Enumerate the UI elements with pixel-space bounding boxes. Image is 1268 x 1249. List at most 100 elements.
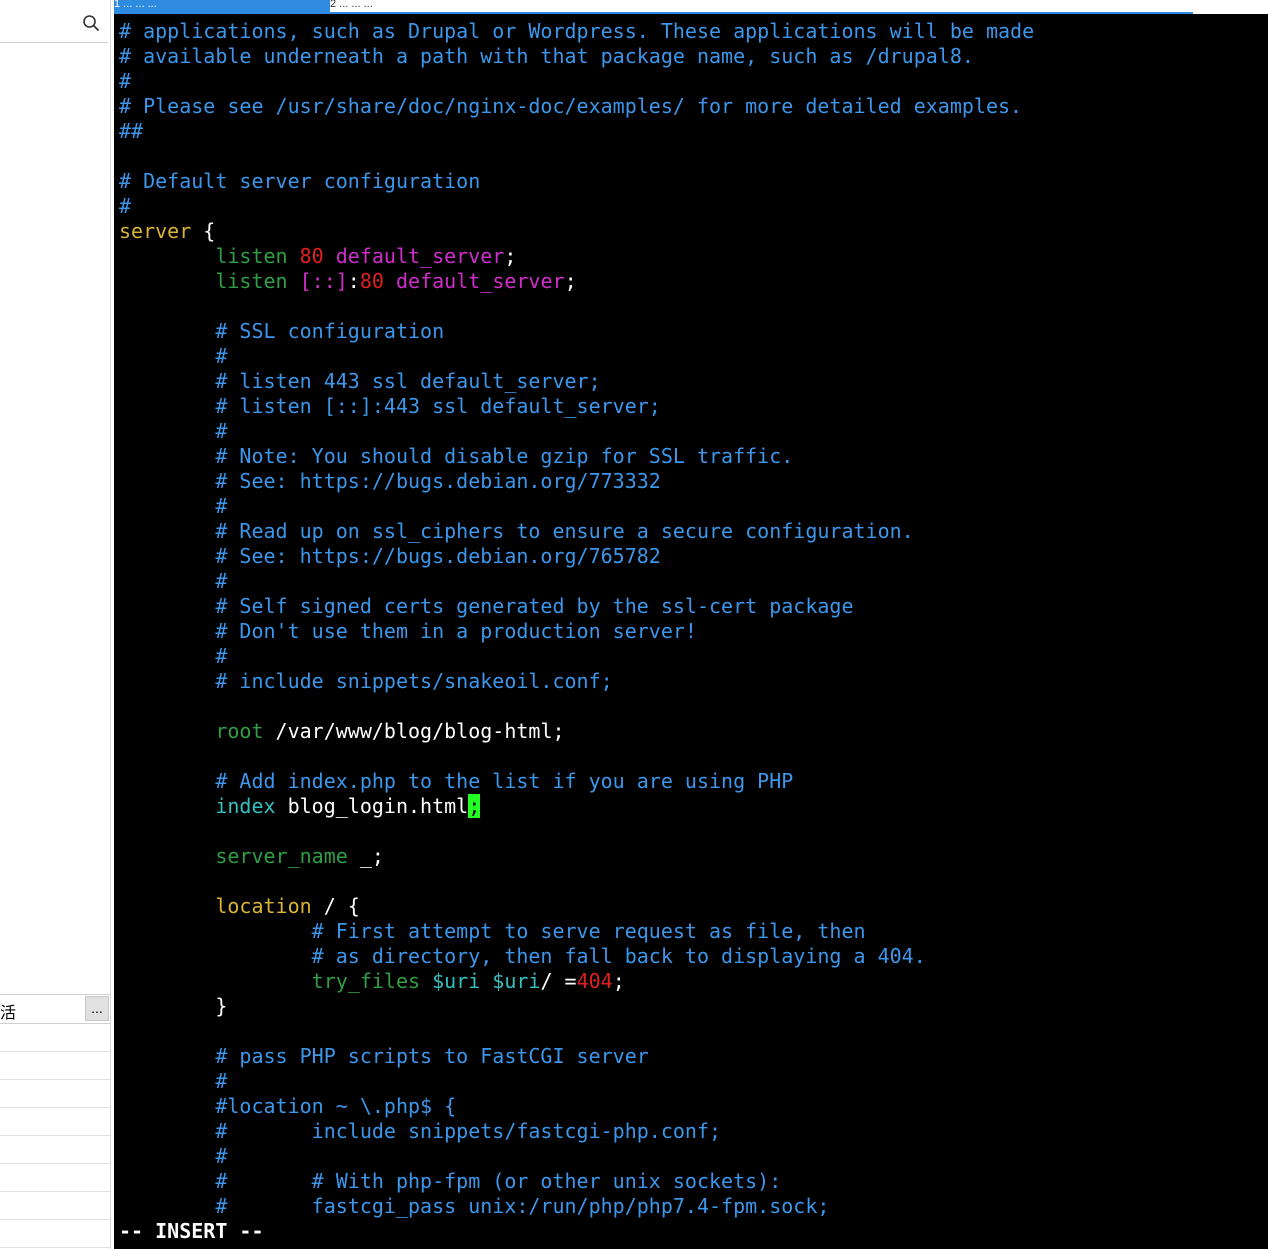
code-token: # bbox=[215, 494, 228, 518]
code-token: $uri bbox=[432, 969, 481, 993]
session-row[interactable]: 活 ... bbox=[0, 994, 110, 1024]
code-token: # bbox=[215, 1069, 228, 1093]
code-token: # Please see /usr/share/doc/nginx-doc/ex… bbox=[119, 94, 1023, 118]
editor-line: # Add index.php to the list if you are u… bbox=[119, 769, 793, 794]
code-token: try_files bbox=[311, 969, 421, 993]
tab-bar: 1 ... ... ... 2 ... ... ... bbox=[114, 0, 1193, 14]
search-input[interactable] bbox=[0, 4, 108, 43]
code-token: : bbox=[347, 269, 360, 293]
code-token: # bbox=[215, 644, 228, 668]
search-icon[interactable] bbox=[82, 14, 100, 32]
code-token: default_server bbox=[335, 244, 505, 268]
code-token: # fastcgi_pass unix:/run/php/php7.4-fpm.… bbox=[215, 1194, 830, 1218]
code-token: blog_login.html bbox=[275, 794, 469, 818]
code-token: { bbox=[191, 219, 216, 243]
editor-line: # bbox=[119, 344, 227, 369]
code-token: } bbox=[119, 994, 228, 1018]
list-item[interactable] bbox=[0, 1052, 110, 1080]
editor-line: server { bbox=[119, 219, 215, 244]
code-token: # SSL configuration bbox=[215, 319, 445, 343]
editor-line: ## bbox=[119, 119, 143, 144]
terminal-editor[interactable]: # applications, such as Drupal or Wordpr… bbox=[114, 14, 1268, 1249]
editor-line: # bbox=[119, 569, 227, 594]
code-token: listen bbox=[215, 269, 288, 293]
code-token: # # With php-fpm (or other unix sockets)… bbox=[215, 1169, 782, 1193]
code-token: # bbox=[215, 344, 228, 368]
editor-line: # Please see /usr/share/doc/nginx-doc/ex… bbox=[119, 94, 1022, 119]
code-token: ; bbox=[504, 244, 517, 268]
code-token: listen bbox=[215, 244, 288, 268]
code-token: # Add index.php to the list if you are u… bbox=[215, 769, 794, 793]
editor-line: listen 80 default_server; bbox=[119, 244, 516, 269]
code-token: # See: https://bugs.debian.org/765782 bbox=[215, 544, 661, 568]
code-token: # bbox=[215, 1144, 228, 1168]
code-token: ; bbox=[564, 269, 577, 293]
editor-line: # applications, such as Drupal or Wordpr… bbox=[119, 19, 1034, 44]
code-token: / = bbox=[540, 969, 577, 993]
code-token: server_name bbox=[215, 844, 348, 868]
code-token: # listen [::]:443 ssl default_server; bbox=[215, 394, 661, 418]
list-item[interactable] bbox=[0, 1136, 110, 1164]
editor-line: # bbox=[119, 419, 227, 444]
code-token: # listen 443 ssl default_server; bbox=[215, 369, 601, 393]
code-token: # include snippets/fastcgi-php.conf; bbox=[215, 1119, 722, 1143]
code-token: server bbox=[119, 219, 192, 243]
code-token: #location ~ \.php$ { bbox=[215, 1094, 457, 1118]
editor-line: # Default server configuration bbox=[119, 169, 480, 194]
editor-line: # Don't use them in a production server! bbox=[119, 619, 697, 644]
session-row-label: 活 bbox=[0, 1005, 17, 1022]
list-item[interactable] bbox=[0, 1024, 110, 1052]
code-token: 80 bbox=[359, 269, 384, 293]
code-token: # bbox=[119, 194, 132, 218]
editor-line: # fastcgi_pass unix:/run/php/php7.4-fpm.… bbox=[119, 1194, 829, 1219]
code-token: /var/www/blog/blog-html; bbox=[263, 719, 565, 743]
editor-line: # pass PHP scripts to FastCGI server bbox=[119, 1044, 649, 1069]
list-item[interactable] bbox=[0, 1192, 110, 1220]
editor-line: location / { bbox=[119, 894, 360, 919]
list-item[interactable] bbox=[0, 1080, 110, 1108]
editor-line: #location ~ \.php$ { bbox=[119, 1094, 456, 1119]
editor-line: # bbox=[119, 69, 131, 94]
code-token: # Default server configuration bbox=[119, 169, 481, 193]
code-token: # First attempt to serve request as file… bbox=[311, 919, 866, 943]
code-token: # applications, such as Drupal or Wordpr… bbox=[119, 19, 1035, 43]
editor-line: # Note: You should disable gzip for SSL … bbox=[119, 444, 793, 469]
code-token: # pass PHP scripts to FastCGI server bbox=[215, 1044, 649, 1068]
tab-session-1[interactable]: 1 ... ... ... bbox=[114, 0, 330, 12]
code-token: default_server bbox=[395, 269, 565, 293]
tab-label: 2 ... ... ... bbox=[330, 0, 373, 10]
list-item[interactable] bbox=[0, 1220, 110, 1248]
code-token: # See: https://bugs.debian.org/773332 bbox=[215, 469, 661, 493]
editor-line: # Self signed certs generated by the ssl… bbox=[119, 594, 854, 619]
editor-line: # See: https://bugs.debian.org/765782 bbox=[119, 544, 661, 569]
more-button[interactable]: ... bbox=[85, 996, 109, 1021]
code-token: # Self signed certs generated by the ssl… bbox=[215, 594, 854, 618]
editor-line: # bbox=[119, 494, 227, 519]
list-item[interactable] bbox=[0, 1164, 110, 1192]
code-token: 404 bbox=[576, 969, 613, 993]
list-item[interactable] bbox=[0, 1108, 110, 1136]
tab-session-2[interactable]: 2 ... ... ... bbox=[330, 0, 570, 12]
editor-line: } bbox=[119, 994, 227, 1019]
editor-line: try_files $uri $uri/ =404; bbox=[119, 969, 625, 994]
code-token: # as directory, then fall back to displa… bbox=[311, 944, 926, 968]
